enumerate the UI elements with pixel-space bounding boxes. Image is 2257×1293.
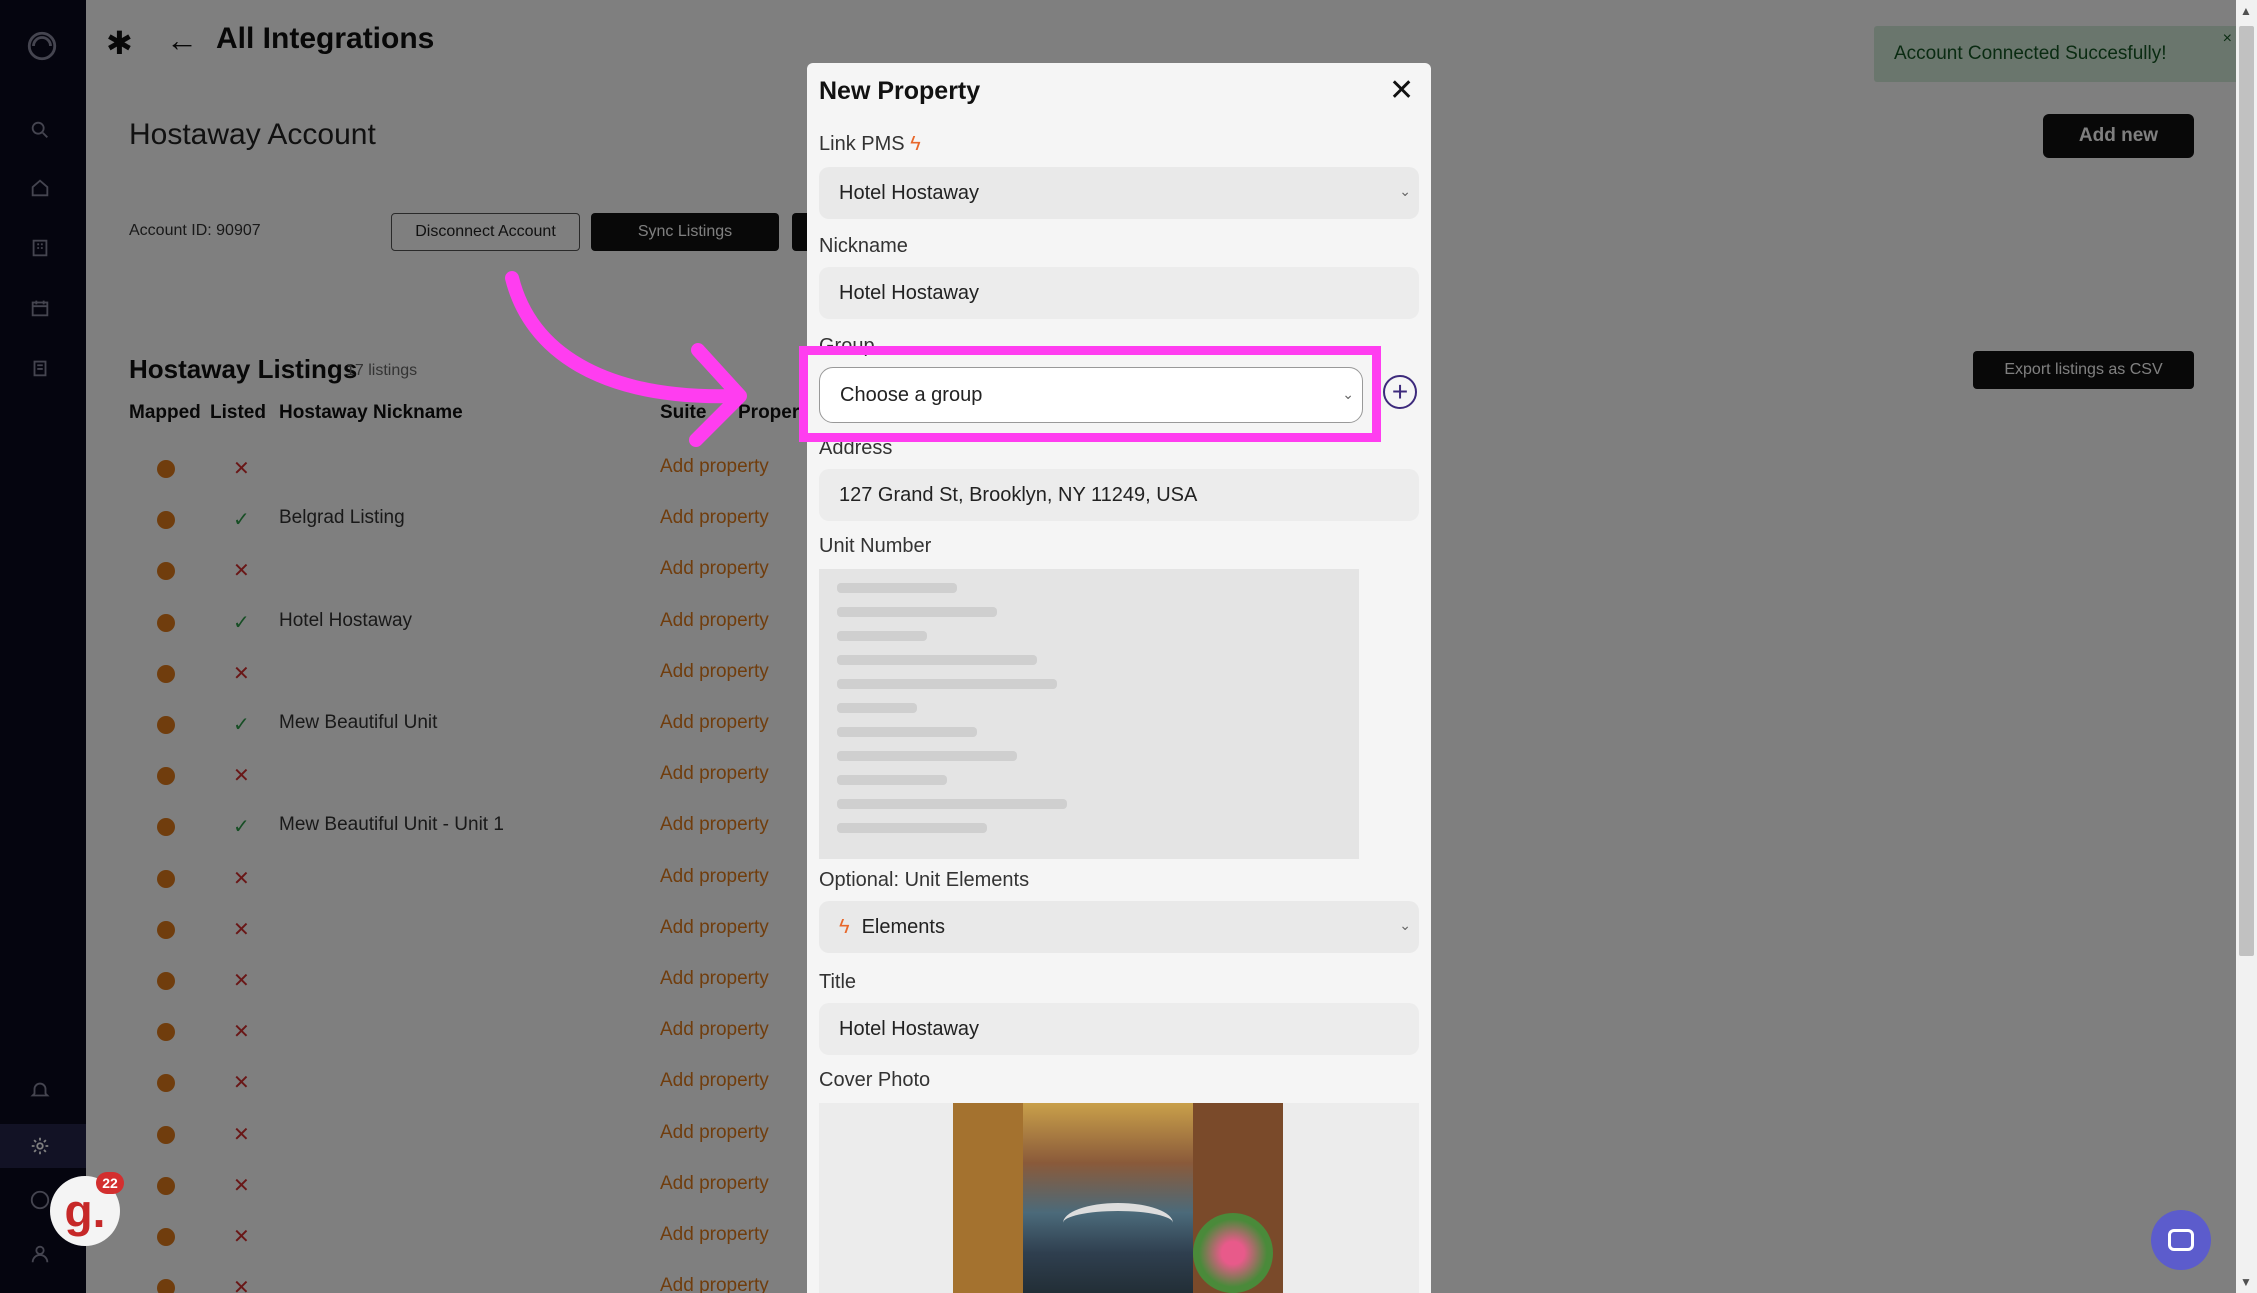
scroll-down-icon[interactable]: ▼ bbox=[2240, 1275, 2252, 1289]
add-group-icon[interactable]: + bbox=[1383, 375, 1417, 409]
unit-elements-select[interactable]: ϟ Elements ⌄ bbox=[819, 901, 1419, 953]
unit-number-editor[interactable] bbox=[819, 569, 1359, 859]
modal-title: New Property bbox=[819, 77, 981, 105]
address-value: 127 Grand St, Brooklyn, NY 11249, USA bbox=[839, 483, 1198, 506]
group-highlight-box bbox=[799, 346, 1381, 442]
page-scrollbar[interactable]: ▲ ▼ bbox=[2236, 0, 2257, 1293]
bolt-icon: ϟ bbox=[839, 915, 850, 938]
chat-icon[interactable] bbox=[2151, 1210, 2211, 1270]
cover-photo-image bbox=[953, 1103, 1283, 1293]
address-input[interactable]: 127 Grand St, Brooklyn, NY 11249, USA bbox=[819, 469, 1419, 521]
bolt-icon: ϟ bbox=[910, 133, 921, 155]
new-property-modal: New Property ✕ Link PMS ϟ Hotel Hostaway… bbox=[807, 63, 1431, 1293]
title-input[interactable]: Hotel Hostaway bbox=[819, 1003, 1419, 1055]
unit-number-label: Unit Number bbox=[819, 535, 932, 557]
scroll-thumb[interactable] bbox=[2239, 26, 2254, 956]
link-pms-label: Link PMS ϟ bbox=[819, 133, 921, 156]
unit-elements-value: Elements bbox=[861, 915, 945, 938]
annotation-arrow-icon bbox=[505, 271, 747, 447]
cover-photo-label: Cover Photo bbox=[819, 1069, 931, 1091]
chevron-down-icon: ⌄ bbox=[1399, 917, 1411, 933]
notification-badge: 22 bbox=[96, 1172, 124, 1194]
link-pms-label-text: Link PMS bbox=[819, 133, 905, 155]
close-icon[interactable]: ✕ bbox=[1389, 73, 1414, 108]
unit-elements-label: Optional: Unit Elements bbox=[819, 869, 1030, 891]
link-pms-value: Hotel Hostaway bbox=[839, 181, 980, 204]
nickname-label: Nickname bbox=[819, 235, 908, 257]
title-value: Hotel Hostaway bbox=[839, 1017, 980, 1040]
nickname-value: Hotel Hostaway bbox=[839, 281, 980, 304]
chevron-down-icon: ⌄ bbox=[1399, 183, 1411, 199]
title-label: Title bbox=[819, 971, 857, 993]
nickname-input[interactable]: Hotel Hostaway bbox=[819, 267, 1419, 319]
scroll-up-icon[interactable]: ▲ bbox=[2240, 4, 2252, 18]
link-pms-select[interactable]: Hotel Hostaway ⌄ bbox=[819, 167, 1419, 219]
